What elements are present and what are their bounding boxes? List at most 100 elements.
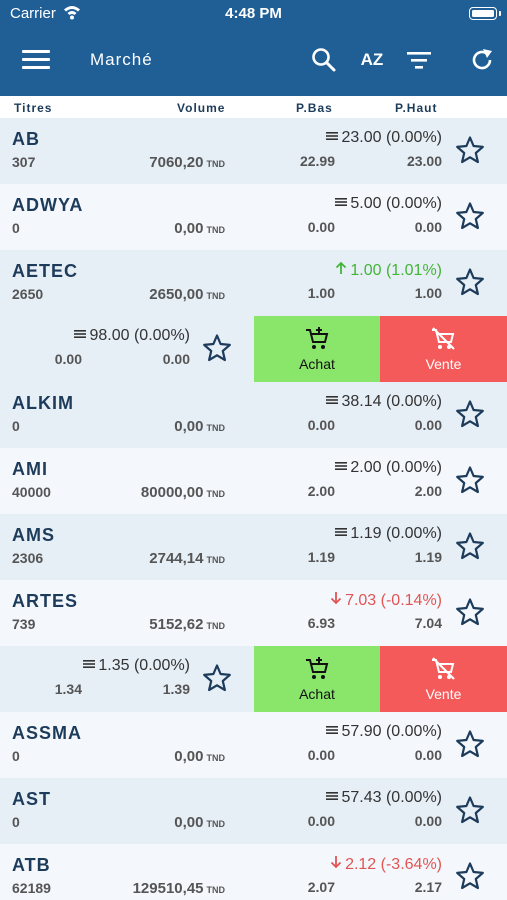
- price-text: 57.90 (0.00%): [341, 723, 442, 740]
- star-icon[interactable]: [455, 267, 485, 297]
- low-price: 22.99: [299, 153, 335, 169]
- equal-icon: [325, 723, 341, 740]
- currency-label: TND: [206, 291, 226, 301]
- star-icon[interactable]: [455, 465, 485, 495]
- list-item[interactable]: ATB 62189 129510,45 TND 2.12 (-3.64%) 2.07 2.1…: [0, 844, 507, 900]
- price-text: 23.00 (0.00%): [341, 129, 442, 146]
- high-price: 1.00: [414, 285, 442, 301]
- price-change: 98.00 (0.00%): [58, 327, 190, 345]
- page-title: Marché: [90, 50, 153, 69]
- volume: 0,00 TND: [174, 220, 225, 237]
- swiped-list-item[interactable]: 98.00 (0.00%) 0.00 0.00 Achat Vente: [0, 316, 507, 382]
- status-bar: Carrier 4:48 PM: [0, 0, 507, 28]
- equal-icon: [334, 525, 350, 542]
- currency-label: TND: [206, 489, 226, 499]
- high-price: 1.19: [414, 549, 442, 565]
- column-headers: Titres Volume P.Bas P.Haut: [0, 96, 507, 118]
- list-item[interactable]: ALKIM 0 0,00 TND 38.14 (0.00%) 0.00 0.00: [0, 382, 507, 448]
- star-icon[interactable]: [455, 729, 485, 759]
- volume-value: 0,00: [174, 814, 204, 831]
- high-price: 7.04: [414, 615, 442, 631]
- price-change: 1.00 (1.01%): [335, 261, 442, 280]
- sell-label: Vente: [425, 356, 462, 372]
- buy-button[interactable]: Achat: [254, 316, 380, 382]
- star-icon[interactable]: [202, 333, 232, 363]
- volume: 5152,62 TND: [149, 616, 225, 633]
- volume: 80000,00 TND: [141, 484, 225, 501]
- low-price: 0.00: [307, 219, 335, 235]
- list-item[interactable]: ADWYA 0 0,00 TND 5.00 (0.00%) 0.00 0.00: [0, 184, 507, 250]
- price-change: 1.35 (0.00%): [58, 657, 190, 675]
- star-icon[interactable]: [455, 861, 485, 891]
- volume-value: 129510,45: [132, 880, 204, 897]
- swiped-list-item[interactable]: 1.35 (0.00%) 1.34 1.39 Achat Vente: [0, 646, 507, 712]
- sell-button[interactable]: Vente: [380, 316, 507, 382]
- star-icon[interactable]: [455, 399, 485, 429]
- star-icon[interactable]: [455, 135, 485, 165]
- volume-value: 0,00: [174, 418, 204, 435]
- volume-value: 0,00: [174, 220, 204, 237]
- equal-icon: [334, 195, 350, 212]
- equal-icon: [325, 129, 341, 146]
- filter-icon[interactable]: [403, 44, 435, 76]
- stock-symbol: ADWYA: [12, 195, 84, 215]
- high-price: 0.00: [414, 417, 442, 433]
- quantity: 0: [12, 220, 20, 236]
- volume: 0,00 TND: [174, 418, 225, 435]
- stock-symbol: AMS: [12, 525, 55, 545]
- currency-label: TND: [206, 753, 226, 763]
- stock-symbol: ARTES: [12, 591, 79, 611]
- star-icon[interactable]: [455, 201, 485, 231]
- buy-button[interactable]: Achat: [254, 646, 380, 712]
- low-price: 1.00: [307, 285, 335, 301]
- quantity: 739: [12, 616, 36, 632]
- quantity: 0: [12, 418, 20, 434]
- star-icon[interactable]: [455, 795, 485, 825]
- volume: 7060,20 TND: [149, 154, 225, 171]
- high-price: 0.00: [414, 219, 442, 235]
- list-item-content[interactable]: 98.00 (0.00%) 0.00 0.00: [0, 316, 254, 382]
- search-icon[interactable]: [308, 44, 340, 76]
- price-text: 1.19 (0.00%): [350, 525, 442, 542]
- price-text: 38.14 (0.00%): [341, 393, 442, 410]
- arrow-down-icon: [330, 856, 345, 873]
- sell-button[interactable]: Vente: [380, 646, 507, 712]
- star-icon[interactable]: [455, 531, 485, 561]
- star-icon[interactable]: [455, 597, 485, 627]
- refresh-icon[interactable]: [466, 44, 498, 76]
- currency-label: TND: [206, 555, 226, 565]
- stock-symbol: AB: [12, 129, 40, 149]
- price-change: 1.19 (0.00%): [334, 525, 442, 543]
- list-item[interactable]: ASSMA 0 0,00 TND 57.90 (0.00%) 0.00 0.00: [0, 712, 507, 778]
- equal-icon: [325, 789, 341, 806]
- equal-icon: [334, 459, 350, 476]
- list-item[interactable]: AETEC 2650 2650,00 TND 1.00 (1.01%) 1.00 1.00: [0, 250, 507, 316]
- list-item-content[interactable]: 1.35 (0.00%) 1.34 1.39: [0, 646, 254, 712]
- list-item[interactable]: ARTES 739 5152,62 TND 7.03 (-0.14%) 6.93 7.04: [0, 580, 507, 646]
- volume: 2744,14 TND: [149, 550, 225, 567]
- list-item[interactable]: AMS 2306 2744,14 TND 1.19 (0.00%) 1.19 1.19: [0, 514, 507, 580]
- low-price: 2.00: [307, 483, 335, 499]
- price-text: 1.35 (0.00%): [98, 657, 190, 674]
- price-text: 1.00 (1.01%): [350, 262, 442, 279]
- list-item[interactable]: AST 0 0,00 TND 57.43 (0.00%) 0.00 0.00: [0, 778, 507, 844]
- column-phaut: P.Haut: [395, 101, 438, 115]
- hamburger-menu-icon[interactable]: [20, 44, 52, 76]
- currency-label: TND: [206, 819, 226, 829]
- sort-az-icon[interactable]: AZ: [356, 44, 388, 76]
- price-change: 23.00 (0.00%): [325, 129, 442, 147]
- column-volume: Volume: [177, 101, 226, 115]
- currency-label: TND: [206, 621, 226, 631]
- list-item[interactable]: AB 307 7060,20 TND 23.00 (0.00%) 22.99 23.00: [0, 118, 507, 184]
- price-change: 2.12 (-3.64%): [330, 855, 442, 874]
- star-icon[interactable]: [202, 663, 232, 693]
- price-text: 2.12 (-3.64%): [345, 856, 442, 873]
- list-item[interactable]: AMI 40000 80000,00 TND 2.00 (0.00%) 2.00 2.00: [0, 448, 507, 514]
- volume-value: 0,00: [174, 748, 204, 765]
- quantity: 2306: [12, 550, 44, 566]
- stock-symbol: AST: [12, 789, 51, 809]
- price-change: 2.00 (0.00%): [334, 459, 442, 477]
- buy-label: Achat: [299, 356, 335, 372]
- equal-icon: [325, 393, 341, 410]
- currency-label: TND: [206, 225, 226, 235]
